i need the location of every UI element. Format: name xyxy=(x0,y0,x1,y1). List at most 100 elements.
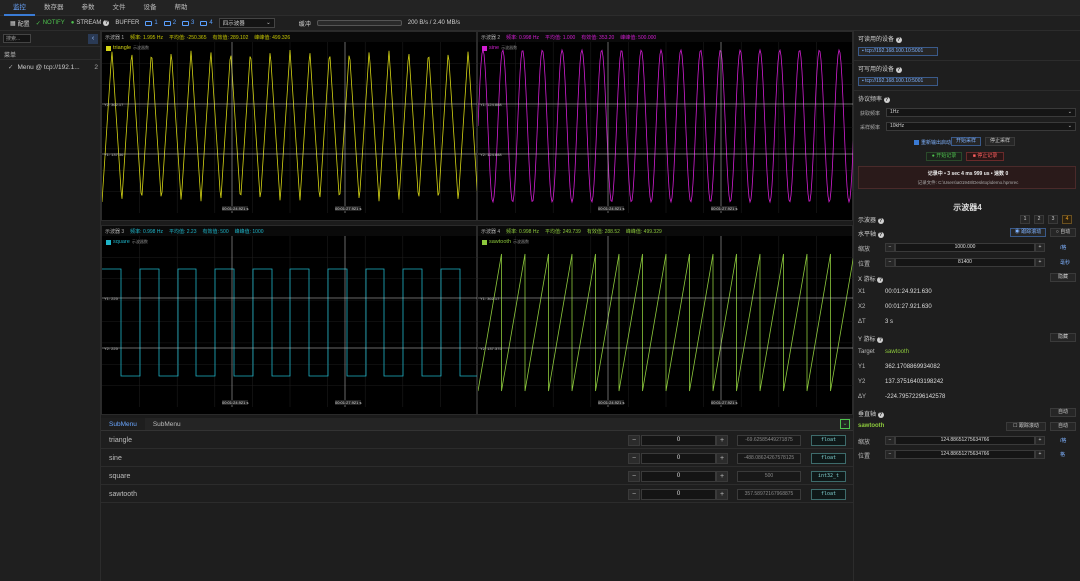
vscale-input[interactable]: 124.88651275634766 xyxy=(895,436,1035,445)
search-input[interactable]: 搜索... xyxy=(3,34,31,43)
menu-file[interactable]: 文件 xyxy=(104,0,135,16)
stream-toggle[interactable]: ● STREAM? xyxy=(71,20,110,26)
buffer-label: 缓冲 xyxy=(298,21,311,28)
start-record-button[interactable]: ● 开始记录 xyxy=(926,152,962,161)
chat-icon xyxy=(145,20,153,26)
help-icon[interactable]: ? xyxy=(895,67,902,73)
scope-tab-2[interactable]: 2 xyxy=(1034,215,1044,224)
menu-help[interactable]: 帮助 xyxy=(166,0,197,16)
increment-button[interactable]: + xyxy=(1035,436,1045,445)
scope-1-header: 示波器 1 频率: 1.995 Hz 平均值: -250.365 有效值: 28… xyxy=(102,32,476,42)
vertical-auto-toggle[interactable]: 自动 xyxy=(1050,422,1076,431)
decrement-button[interactable]: − xyxy=(628,434,640,446)
help-icon[interactable]: ? xyxy=(877,337,884,343)
x2-value: 00:01:27.921.630 xyxy=(885,304,932,310)
buffer-toggle[interactable]: BUFFER xyxy=(115,20,139,26)
dx-label: ΔT xyxy=(858,319,866,325)
increment-button[interactable]: + xyxy=(1035,243,1045,252)
decrement-button[interactable]: − xyxy=(628,488,640,500)
collect-freq-label: 获取频率 xyxy=(860,111,881,117)
stop-record-button[interactable]: ■ 停止记录 xyxy=(966,152,1004,161)
increment-button[interactable]: + xyxy=(716,470,728,482)
channel-2-button[interactable]: 2 xyxy=(163,20,176,26)
value-input[interactable]: 0 xyxy=(641,452,716,464)
scope-tab-1[interactable]: 1 xyxy=(1020,215,1030,224)
read-device-chip[interactable]: ▪ tcp://192.168.100.10:5001 xyxy=(858,47,938,56)
layout-button[interactable]: ▦ 配置 xyxy=(10,19,30,28)
value-input[interactable]: 0 xyxy=(641,488,716,500)
menu-monitor[interactable]: 监控 xyxy=(4,0,35,16)
scope-1[interactable]: 示波器 1 频率: 1.995 Hz 平均值: -250.365 有效值: 28… xyxy=(101,31,478,221)
menu-device[interactable]: 设备 xyxy=(135,0,166,16)
value-input[interactable]: 0 xyxy=(641,470,716,482)
decrement-button[interactable]: − xyxy=(885,450,895,459)
help-icon[interactable]: ? xyxy=(877,277,884,283)
auto-start-checkbox[interactable]: 重新输出启动 xyxy=(914,139,951,146)
collapse-icon[interactable]: ‹ xyxy=(88,34,98,44)
vertical-follow-toggle[interactable]: ☐ 跟踪滚动 xyxy=(1006,422,1046,431)
x1-label: X1 xyxy=(858,289,866,295)
decrement-button[interactable]: − xyxy=(885,243,895,252)
scope-select-label: 示波器 ? xyxy=(858,218,884,224)
x-cursor-1-label: 00:01:24.921 s xyxy=(598,400,625,405)
start-sampling-button[interactable]: 开始采样 xyxy=(951,137,981,146)
tab-submenu-2[interactable]: SubMenu xyxy=(145,418,189,430)
increment-button[interactable]: + xyxy=(1035,258,1045,267)
y2-value: 137.37516403198242 xyxy=(885,379,944,385)
scope-3-plot[interactable] xyxy=(102,236,478,407)
decrement-button[interactable]: − xyxy=(628,452,640,464)
x-cursor-2-label: 00:01:27.921 s xyxy=(335,400,362,405)
scope-2[interactable]: 示波器 2 频率: 0.998 Hz 平均值: 1.000 有效值: 353.2… xyxy=(477,31,854,221)
position-input[interactable]: 81400 xyxy=(895,258,1035,267)
scope-3[interactable]: 示波器 3 频率: 0.998 Hz 平均值: 2.23 有效值: 500 峰峰… xyxy=(101,225,478,415)
write-device-chip[interactable]: ▪ tcp://192.168.100.10:5001 xyxy=(858,77,938,86)
help-icon[interactable]: ? xyxy=(103,20,110,26)
scope-tab-3[interactable]: 3 xyxy=(1048,215,1058,224)
channel-3-button[interactable]: 3 xyxy=(182,20,194,26)
tab-submenu-1[interactable]: SubMenu xyxy=(101,418,145,430)
channel-4-button[interactable]: 4 xyxy=(200,20,213,26)
menu-register[interactable]: 数存器 xyxy=(35,0,73,16)
decrement-button[interactable]: − xyxy=(885,436,895,445)
collect-freq-select[interactable]: 1Hz ⌄ xyxy=(886,108,1076,117)
increment-button[interactable]: + xyxy=(716,434,728,446)
color-swatch-icon xyxy=(482,239,487,245)
decrement-button[interactable]: − xyxy=(885,258,895,267)
increment-button[interactable]: + xyxy=(716,488,728,500)
vpos-input[interactable]: 124.88651275634766 xyxy=(895,450,1035,459)
color-swatch-icon xyxy=(106,45,111,51)
auto-toggle[interactable]: ○ 自动 xyxy=(1050,228,1076,237)
menu-tree-item[interactable]: ✓ Menu @ tcp://192.1... 2 xyxy=(8,63,98,72)
channel-1-button[interactable]: 1 xyxy=(145,20,158,26)
value-input[interactable]: 0 xyxy=(641,434,716,446)
expand-icon[interactable]: ⌄ xyxy=(840,419,850,429)
scope-4-plot[interactable] xyxy=(478,236,854,407)
scope-mode-select[interactable]: 四示波器 ⌄ xyxy=(218,18,275,28)
chevron-down-icon: ⌄ xyxy=(1067,123,1072,129)
help-icon[interactable]: ? xyxy=(883,97,890,103)
scope-4[interactable]: 示波器 4 频率: 0.998 Hz 平均值: 249.739 有效值: 288… xyxy=(477,225,854,415)
help-icon[interactable]: ? xyxy=(877,232,884,238)
menu-params[interactable]: 参数 xyxy=(73,0,104,16)
sample-freq-select[interactable]: 10kHz ⌄ xyxy=(886,122,1076,131)
hide-y-cursor-button[interactable]: 隐藏 xyxy=(1050,333,1076,342)
scope-2-plot[interactable] xyxy=(478,42,854,213)
help-icon[interactable]: ? xyxy=(877,218,884,224)
increment-button[interactable]: + xyxy=(1035,450,1045,459)
stop-sampling-button[interactable]: 停止采样 xyxy=(985,137,1015,146)
increment-button[interactable]: + xyxy=(716,452,728,464)
position-label: 位置 xyxy=(858,262,871,268)
notify-toggle[interactable]: ✓ NOTIFY xyxy=(36,20,65,27)
follow-scroll-toggle[interactable]: ◉ 跟踪滚动 xyxy=(1010,228,1046,237)
hide-x-cursor-button[interactable]: 隐藏 xyxy=(1050,273,1076,282)
vertical-auto-button[interactable]: 自动 xyxy=(1050,408,1076,417)
decrement-button[interactable]: − xyxy=(628,470,640,482)
help-icon[interactable]: ? xyxy=(895,37,902,43)
radio-icon: ◉ xyxy=(1014,229,1020,235)
scope-tab-4[interactable]: 4 xyxy=(1062,215,1072,224)
dx-value: 3 s xyxy=(885,319,894,325)
scale-input[interactable]: 1000.000 xyxy=(895,243,1035,252)
scope-1-plot[interactable] xyxy=(102,42,478,213)
help-icon[interactable]: ? xyxy=(877,412,884,418)
chat-icon xyxy=(163,20,171,26)
